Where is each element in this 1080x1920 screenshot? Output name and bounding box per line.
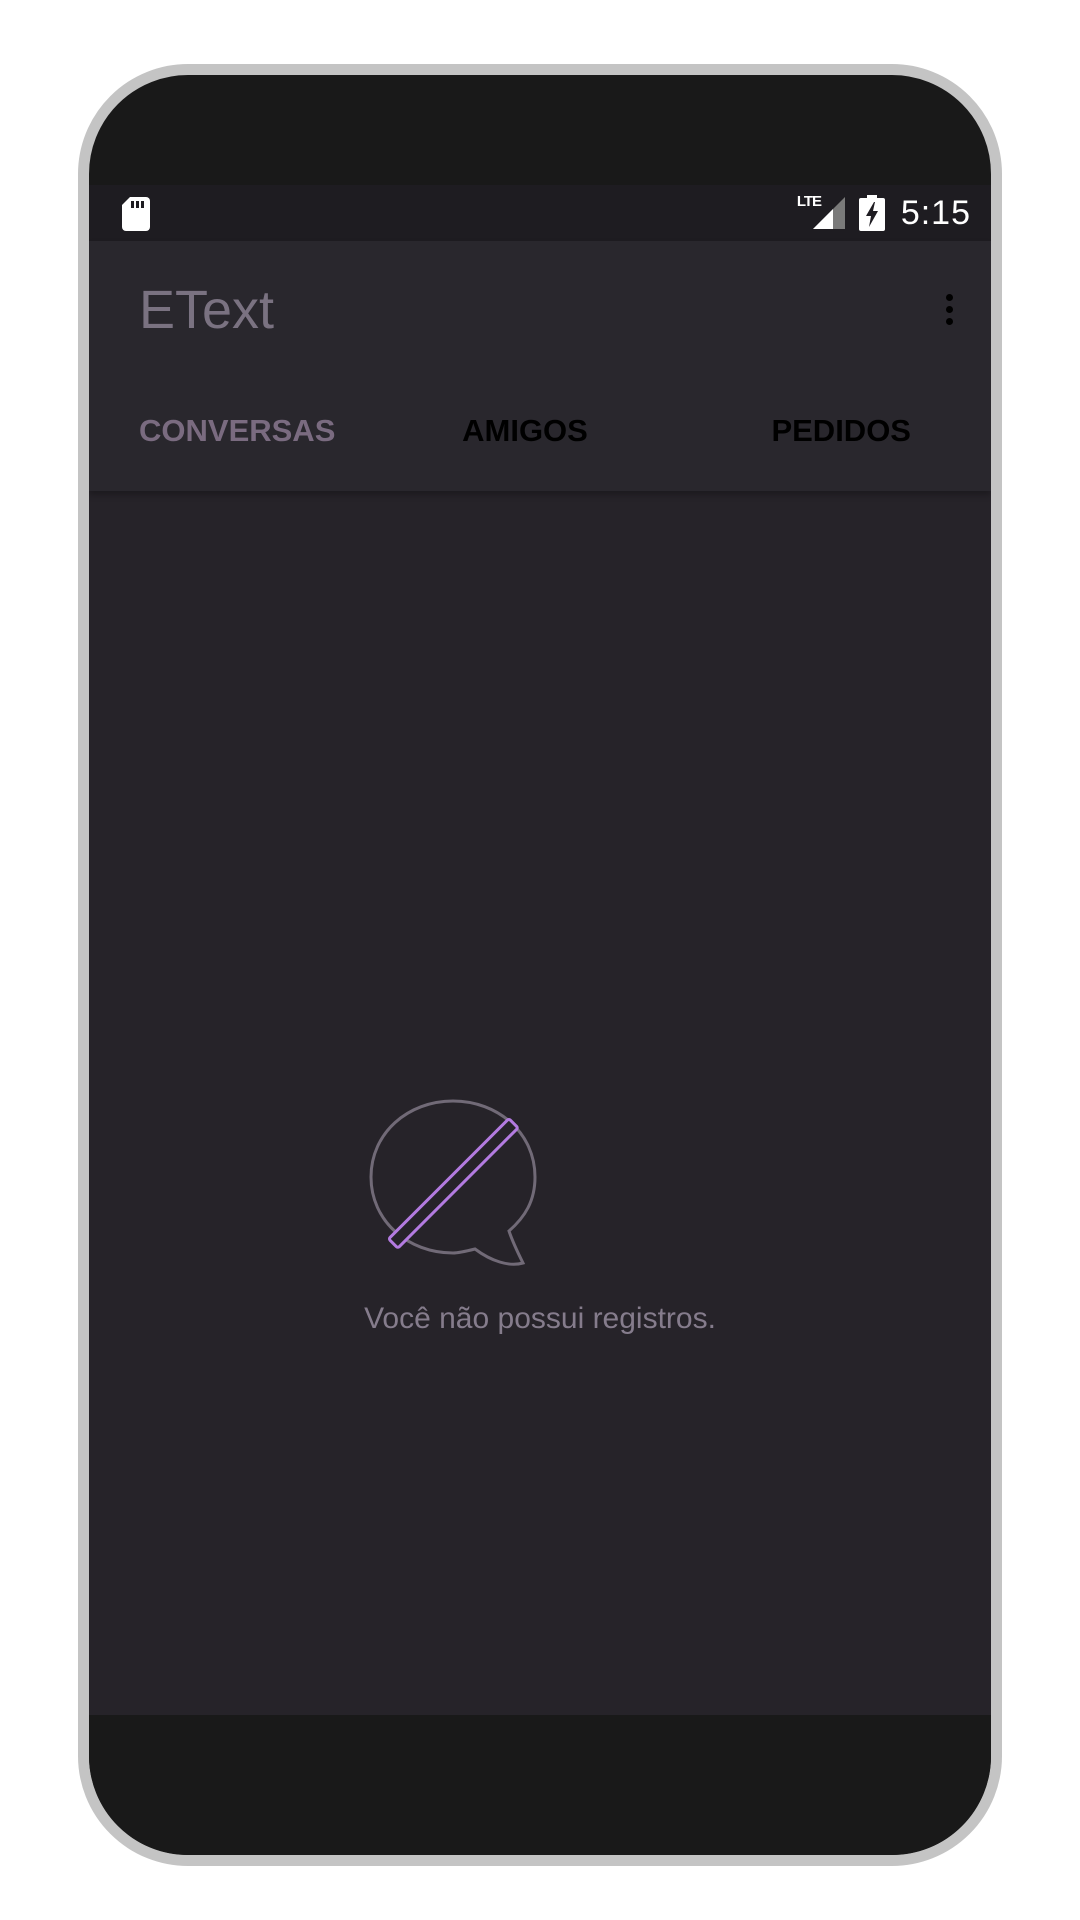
status-bar: LTE 5:15 [89, 185, 991, 241]
battery-charging-icon [858, 195, 885, 231]
more-vert-icon[interactable] [937, 285, 961, 333]
tab-conversas[interactable]: CONVERSAS [89, 381, 396, 481]
tab-pedidos[interactable]: PEDIDOS [654, 381, 991, 481]
phone-frame: LTE 5:15 EText CONVERSAS AMIGOS PEDIDOS … [78, 64, 1002, 1866]
sd-card-icon [122, 197, 150, 231]
app-bar: EText CONVERSAS AMIGOS PEDIDOS [89, 241, 991, 491]
app-title: EText [139, 280, 275, 340]
lte-signal-icon: LTE [797, 193, 845, 231]
no-chat-icon [369, 1099, 537, 1266]
status-icons: LTE 5:15 [797, 185, 971, 241]
app-screen: LTE 5:15 EText CONVERSAS AMIGOS PEDIDOS … [89, 185, 991, 1715]
bottom-bezel [89, 1715, 991, 1855]
tab-amigos[interactable]: AMIGOS [396, 381, 653, 481]
tab-bar: CONVERSAS AMIGOS PEDIDOS [89, 381, 991, 481]
empty-message: Você não possui registros. [364, 1302, 716, 1335]
status-clock: 5:15 [900, 193, 971, 232]
